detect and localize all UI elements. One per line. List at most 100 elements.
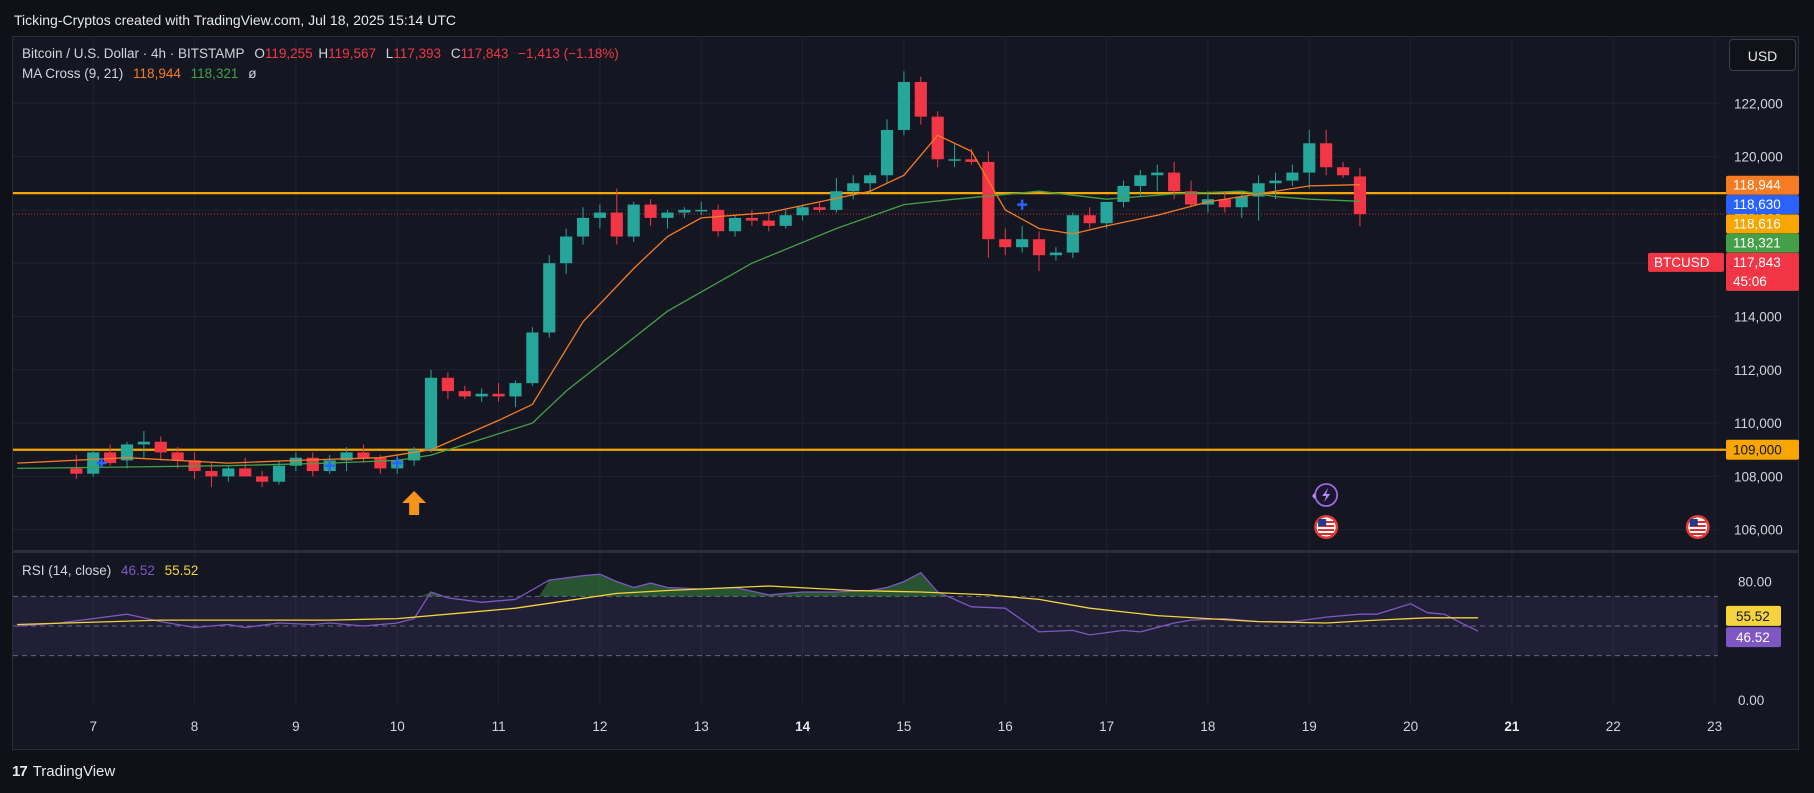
candle[interactable] <box>627 201 640 242</box>
price-axis-tick: 114,000 <box>1734 309 1782 324</box>
candle[interactable] <box>678 207 691 218</box>
candle-body <box>1168 172 1181 192</box>
footer-brand[interactable]: 17 TradingView <box>12 760 115 782</box>
price-label[interactable]: 118,321 <box>1726 233 1799 253</box>
candle-body <box>1016 239 1029 248</box>
price-label[interactable]: 118,944 <box>1726 175 1799 195</box>
price-label[interactable]: 118,630 <box>1726 195 1799 215</box>
candle[interactable] <box>526 327 539 386</box>
candle-body <box>914 81 927 117</box>
candle[interactable] <box>880 119 894 184</box>
candle[interactable] <box>576 207 590 245</box>
candle-body <box>576 217 590 237</box>
candle[interactable] <box>1151 164 1164 192</box>
candle[interactable] <box>1049 247 1063 261</box>
candle[interactable] <box>306 452 319 477</box>
candle[interactable] <box>441 372 454 400</box>
price-label[interactable]: 117,843 45:06 <box>1726 252 1799 291</box>
candle[interactable] <box>661 209 674 229</box>
time-axis-tick: 19 <box>1302 719 1317 734</box>
us-flag-event-icon[interactable] <box>1314 515 1339 540</box>
flag-canton <box>1689 519 1698 527</box>
candle[interactable] <box>1286 164 1299 186</box>
candle-body <box>1134 175 1147 186</box>
candle-body <box>999 239 1012 248</box>
ma-slow-line[interactable] <box>17 190 1360 470</box>
rsi-label-value: 55.52 <box>1736 609 1770 624</box>
rsi-legend[interactable]: RSI (14, close) 46.52 55.52 <box>22 563 204 578</box>
candle[interactable] <box>543 255 556 338</box>
candle[interactable] <box>1016 225 1029 253</box>
candle[interactable] <box>1252 175 1265 221</box>
rsi-value: 46.52 <box>121 563 155 578</box>
rsi-value-label[interactable]: 46.52 <box>1726 627 1781 648</box>
candle[interactable] <box>931 111 944 168</box>
candle-body <box>458 391 471 397</box>
flag-canton <box>1318 519 1327 527</box>
candle[interactable] <box>154 436 167 461</box>
candle[interactable] <box>1336 161 1350 178</box>
candle[interactable] <box>779 209 792 229</box>
candle[interactable] <box>222 465 235 482</box>
candle-body <box>1117 185 1130 202</box>
candle[interactable] <box>205 463 218 488</box>
candle[interactable] <box>1320 129 1333 176</box>
rsi-value-label[interactable]: 55.52 <box>1726 605 1781 626</box>
candle[interactable] <box>1269 172 1282 200</box>
candle[interactable] <box>728 215 742 237</box>
candle[interactable] <box>762 212 775 232</box>
candle-body <box>509 383 522 397</box>
candle[interactable] <box>357 444 370 464</box>
candle[interactable] <box>408 447 421 466</box>
candle[interactable] <box>492 383 505 402</box>
lightning-event-icon[interactable] <box>1312 483 1339 507</box>
chart-canvas[interactable]: 106,000108,000110,000112,000114,000116,0… <box>0 0 1814 793</box>
candle[interactable] <box>1117 180 1130 208</box>
candle[interactable] <box>560 228 573 274</box>
candle[interactable] <box>712 204 725 237</box>
candle[interactable] <box>610 188 623 245</box>
candle-body <box>475 393 488 397</box>
candle[interactable] <box>256 471 269 488</box>
candle[interactable] <box>1303 129 1316 189</box>
candle-body <box>813 207 826 210</box>
candle[interactable] <box>289 452 302 472</box>
candle[interactable] <box>1066 212 1079 258</box>
time-axis-tick: 11 <box>492 719 506 734</box>
candles[interactable] <box>70 71 1367 488</box>
candle[interactable] <box>999 228 1012 256</box>
candle[interactable] <box>120 441 134 469</box>
candle[interactable] <box>239 457 252 477</box>
candle[interactable] <box>948 143 961 168</box>
candle[interactable] <box>475 388 488 402</box>
arrow-up-icon[interactable] <box>402 491 427 516</box>
candle[interactable] <box>695 201 708 216</box>
price-label[interactable]: 109,000 <box>1726 439 1799 460</box>
candle[interactable] <box>914 76 927 125</box>
candle[interactable] <box>644 199 657 226</box>
candle-body <box>779 215 792 226</box>
candle[interactable] <box>424 369 438 453</box>
candle[interactable] <box>1083 207 1096 229</box>
ma-legend[interactable]: MA Cross (9, 21) 118,944 118,321 ø <box>22 66 262 81</box>
candle[interactable] <box>1032 231 1046 272</box>
currency-button[interactable]: USD <box>1729 39 1796 71</box>
candle[interactable] <box>1353 168 1367 227</box>
candle[interactable] <box>1218 191 1231 213</box>
candle-body <box>205 471 218 477</box>
candle[interactable] <box>830 177 843 213</box>
candle[interactable] <box>509 380 522 408</box>
candle[interactable] <box>458 385 471 400</box>
candle[interactable] <box>745 209 758 226</box>
us-flag-event-icon[interactable] <box>1685 515 1710 540</box>
time-axis-tick: 8 <box>191 719 199 734</box>
candle-body <box>137 441 150 445</box>
candle[interactable] <box>813 201 826 213</box>
candle-body <box>1049 252 1063 256</box>
price-label[interactable]: 118,616 <box>1726 214 1799 234</box>
candle[interactable] <box>982 151 995 258</box>
candle[interactable] <box>897 71 911 136</box>
candle[interactable] <box>593 204 606 229</box>
candle[interactable] <box>137 431 150 458</box>
rsi-ma-value: 55.52 <box>164 563 199 578</box>
